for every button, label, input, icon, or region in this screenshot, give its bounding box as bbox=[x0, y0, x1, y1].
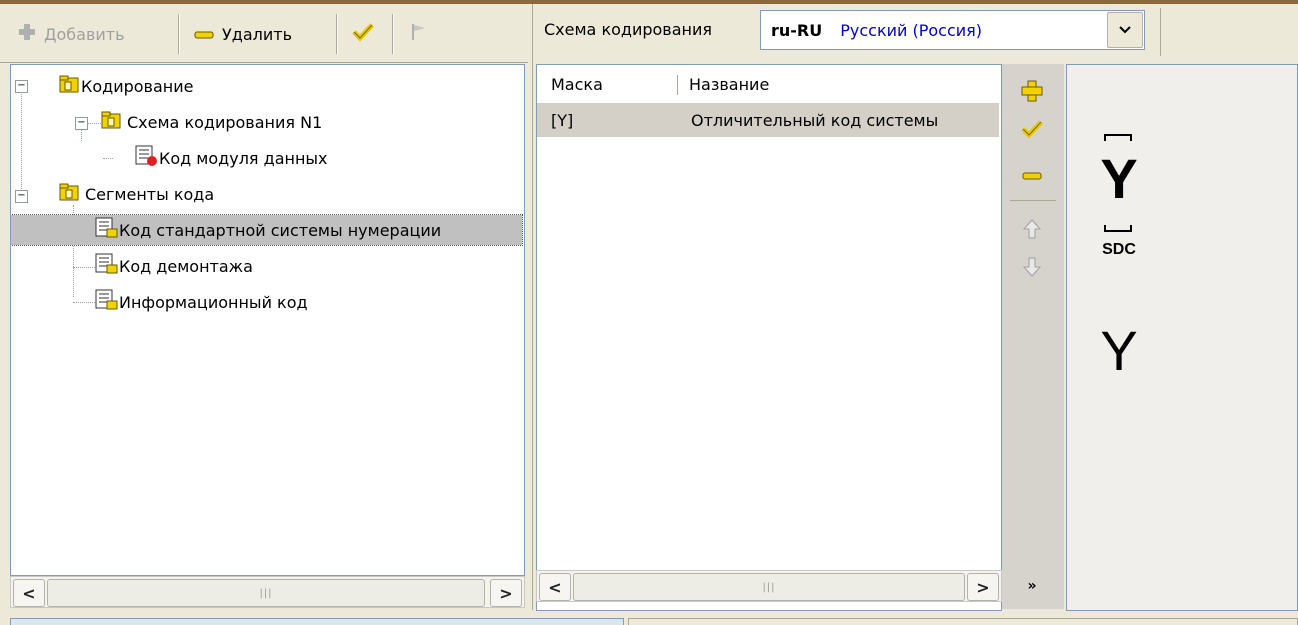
code-preview: Y SDC Y bbox=[1066, 64, 1298, 611]
check-button[interactable] bbox=[352, 14, 374, 54]
flag-icon bbox=[410, 22, 428, 46]
preview-letter-top: Y bbox=[1100, 147, 1138, 210]
folder-icon bbox=[59, 182, 81, 206]
mask-list: Маска Название [Y] Отличительный код сис… bbox=[536, 64, 1002, 611]
minus-icon bbox=[1022, 162, 1042, 187]
checkmark-icon bbox=[352, 22, 374, 46]
scheme-code: ru-RU bbox=[771, 20, 823, 40]
collapse-toggle[interactable]: − bbox=[15, 190, 28, 203]
delete-button-label: Удалить bbox=[222, 24, 292, 44]
document-icon bbox=[95, 253, 119, 279]
chevron-down-icon bbox=[1119, 22, 1131, 38]
row-mask: [Y] bbox=[551, 110, 574, 130]
scroll-thumb[interactable]: ||| bbox=[47, 579, 485, 607]
scheme-label: Схема кодирования bbox=[544, 20, 713, 39]
tree-node-label: Код демонтажа bbox=[119, 256, 253, 276]
tree-connector bbox=[21, 85, 22, 195]
tree-node-label: Информационный код bbox=[119, 292, 308, 312]
tree-connector bbox=[73, 267, 97, 268]
toolbar-separator bbox=[1010, 200, 1056, 201]
add-button-label: Добавить bbox=[44, 24, 125, 44]
move-down-button[interactable] bbox=[1016, 254, 1048, 286]
list-side-toolbar: » bbox=[1002, 64, 1064, 609]
scroll-thumb[interactable]: ||| bbox=[573, 573, 965, 601]
tree-node-code-segments[interactable]: Сегменты кода bbox=[59, 179, 214, 209]
collapse-toggle[interactable]: − bbox=[15, 80, 28, 93]
coding-tree: − Кодирование − Схема кодирования N1 Код… bbox=[10, 64, 525, 576]
document-icon bbox=[95, 217, 119, 243]
move-up-button[interactable] bbox=[1016, 216, 1048, 248]
column-header-mask[interactable]: Маска bbox=[551, 65, 603, 103]
flag-button[interactable] bbox=[410, 14, 428, 54]
checkmark-icon bbox=[1021, 119, 1043, 145]
add-row-button[interactable] bbox=[1016, 78, 1048, 110]
tree-node-label: Сегменты кода bbox=[85, 184, 215, 204]
tree-node-dismantling-code[interactable]: Код демонтажа bbox=[95, 251, 253, 281]
folder-icon bbox=[59, 74, 81, 98]
scheme-name: Русский (Россия) bbox=[840, 20, 983, 40]
plus-icon bbox=[18, 23, 36, 45]
header-spacer bbox=[1160, 8, 1297, 56]
status-strip bbox=[0, 614, 1298, 625]
row-name: Отличительный код системы bbox=[691, 110, 939, 130]
scheme-select[interactable]: ru-RU Русский (Россия) bbox=[760, 10, 1145, 50]
dropdown-button[interactable] bbox=[1107, 12, 1143, 48]
folder-icon bbox=[101, 110, 123, 134]
collapse-toggle[interactable]: − bbox=[75, 117, 88, 130]
document-icon bbox=[135, 145, 159, 171]
tree-node-label: Код модуля данных bbox=[159, 148, 328, 168]
arrow-up-icon bbox=[1022, 218, 1042, 246]
tree-toolbar: Добавить Удалить bbox=[0, 4, 528, 63]
remove-row-button[interactable] bbox=[1016, 158, 1048, 190]
tree-node-data-module-code[interactable]: Код модуля данных bbox=[135, 143, 328, 173]
tree-node-label: Кодирование bbox=[81, 76, 194, 96]
minus-icon bbox=[194, 25, 214, 44]
list-horizontal-scrollbar[interactable]: < ||| > bbox=[536, 570, 1002, 602]
tree-connector bbox=[103, 158, 113, 159]
add-button[interactable]: Добавить bbox=[18, 14, 125, 54]
preview-caption: SDC bbox=[1102, 241, 1136, 258]
tree-node-label: Схема кодирования N1 bbox=[127, 112, 323, 132]
more-icon[interactable]: » bbox=[1016, 570, 1048, 602]
preview-letter-bottom: Y bbox=[1100, 319, 1138, 382]
plus-icon bbox=[1021, 80, 1043, 108]
arrow-down-icon bbox=[1022, 256, 1042, 284]
column-divider bbox=[677, 75, 678, 95]
column-header-label: Маска bbox=[551, 74, 603, 94]
panel-divider bbox=[532, 4, 533, 610]
tree-horizontal-scrollbar[interactable]: < ||| > bbox=[10, 576, 525, 608]
toolbar-separator bbox=[392, 14, 394, 54]
tree-node-label: Код стандартной системы нумерации bbox=[119, 220, 442, 240]
scroll-right-button[interactable]: > bbox=[967, 573, 999, 601]
tree-node-coding[interactable]: Кодирование bbox=[59, 71, 194, 101]
delete-button[interactable]: Удалить bbox=[194, 14, 292, 54]
tree-node-information-code[interactable]: Информационный код bbox=[95, 287, 308, 317]
column-header-name[interactable]: Название bbox=[689, 65, 769, 103]
scroll-left-button[interactable]: < bbox=[13, 579, 45, 607]
table-row[interactable]: [Y] Отличительный код системы bbox=[537, 103, 999, 137]
tree-node-standard-numbering-code[interactable]: Код стандартной системы нумерации bbox=[11, 214, 523, 246]
column-header-label: Название bbox=[689, 74, 770, 94]
scroll-right-button[interactable]: > bbox=[490, 579, 522, 607]
tree-connector bbox=[73, 302, 97, 303]
apply-button[interactable] bbox=[1016, 116, 1048, 148]
document-icon bbox=[95, 289, 119, 315]
scroll-left-button[interactable]: < bbox=[539, 573, 571, 601]
toolbar-separator bbox=[178, 14, 180, 54]
tree-node-scheme-n1[interactable]: Схема кодирования N1 bbox=[101, 107, 322, 137]
toolbar-separator bbox=[336, 14, 338, 54]
